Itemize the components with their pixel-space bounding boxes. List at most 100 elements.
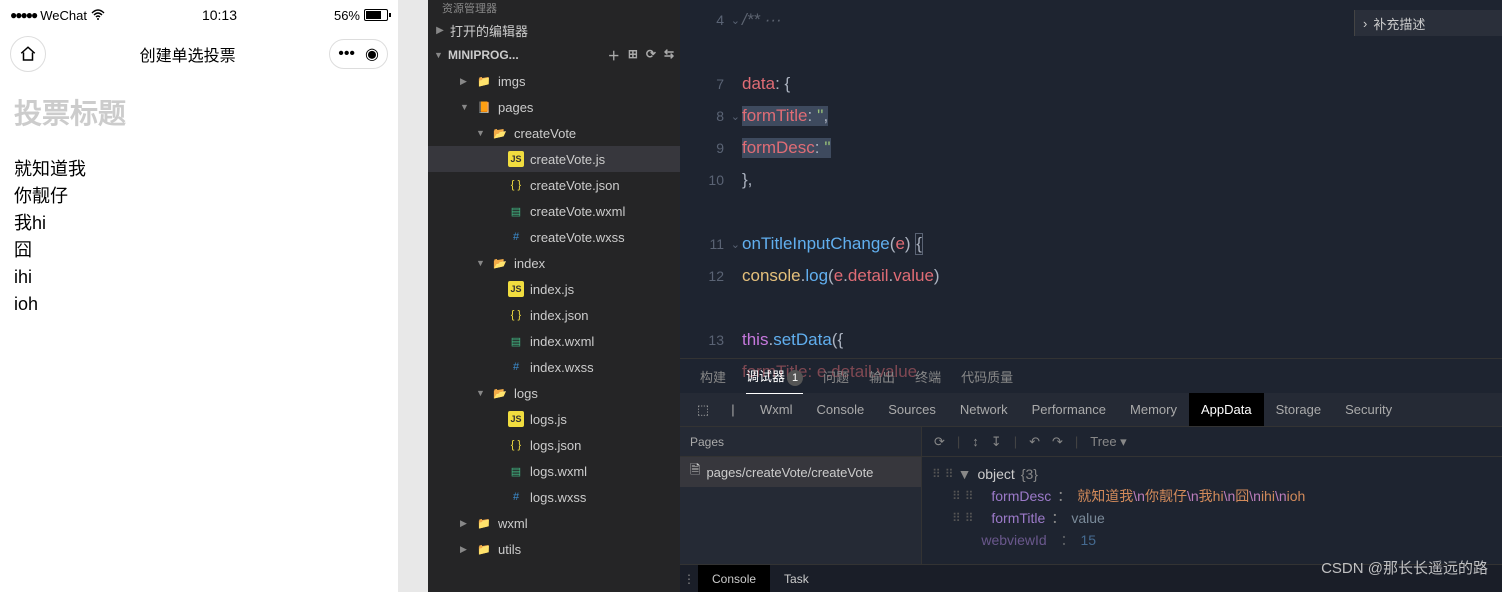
tree-item-index.json[interactable]: { }index.json	[428, 302, 680, 328]
open-editors-label: 打开的编辑器	[450, 21, 528, 40]
tree-item-logs[interactable]: ▼📂logs	[428, 380, 680, 406]
tree-item-index.wxml[interactable]: ▤index.wxml	[428, 328, 680, 354]
tree-item-logs.json[interactable]: { }logs.json	[428, 432, 680, 458]
code-content[interactable]: /** ···data: { formTitle: '', formDesc: …	[742, 0, 1502, 358]
tree-item-index.js[interactable]: JSindex.js	[428, 276, 680, 302]
devtools-tab-AppData[interactable]: AppData	[1189, 393, 1264, 426]
tree-item-utils[interactable]: ▶📁utils	[428, 536, 680, 562]
console-tab[interactable]: Console	[698, 565, 770, 592]
divider	[398, 0, 428, 592]
webview-value: 15	[1081, 532, 1097, 548]
tree-item-label: imgs	[498, 74, 525, 89]
tree-item-wxml[interactable]: ▶📁wxml	[428, 510, 680, 536]
panel-tab-问题[interactable]: 问题	[823, 367, 849, 386]
home-icon	[19, 45, 37, 63]
tree-mode[interactable]: Tree ▾	[1090, 434, 1126, 450]
capsule-menu[interactable]: ••• ◉	[329, 39, 388, 69]
drag-handle-icon[interactable]: ⠿	[932, 467, 939, 481]
file-icon: 🗎	[690, 461, 700, 483]
new-folder-icon[interactable]: ⊞	[628, 47, 638, 64]
tree-item-createVote.wxml[interactable]: ▤createVote.wxml	[428, 198, 680, 224]
undo-icon[interactable]: ↶	[1029, 434, 1040, 450]
webview-key: webviewId	[981, 532, 1046, 548]
tree-item-logs.wxml[interactable]: ▤logs.wxml	[428, 458, 680, 484]
redo-icon[interactable]: ↷	[1052, 434, 1063, 450]
panel-tab-调试器[interactable]: 调试器1	[746, 366, 803, 386]
tree-item-createVote.js[interactable]: JScreateVote.js	[428, 146, 680, 172]
menu-icon[interactable]: ⋮	[680, 572, 698, 586]
tree-item-pages[interactable]: ▼📙pages	[428, 94, 680, 120]
json-icon: { }	[508, 307, 524, 323]
vote-desc-input[interactable]: 就知道我 你靓仔 我hi 囧 ihi ioh	[14, 156, 384, 318]
panel-tab-构建[interactable]: 构建	[700, 367, 726, 386]
target-icon: ◉	[365, 44, 379, 64]
tree-item-label: utils	[498, 542, 521, 557]
drag-handle-icon[interactable]: ⠿	[965, 511, 972, 525]
editor-area: › 补充描述 4⌄78⌄91011⌄1213 /** ···data: { fo…	[680, 0, 1502, 592]
wxml-icon: ▤	[508, 203, 524, 219]
nav-title: 创建单选投票	[46, 42, 329, 66]
vote-title-input[interactable]: 投票标题	[14, 92, 384, 132]
carrier-label: WeChat	[40, 8, 87, 23]
drag-handle-icon[interactable]: ⠿	[945, 467, 952, 481]
collapse-icon[interactable]: ↧	[991, 434, 1002, 450]
task-tab[interactable]: Task	[770, 565, 823, 592]
json-icon: { }	[508, 437, 524, 453]
folder-icon: 📁	[476, 73, 492, 89]
formdesc-key: formDesc	[991, 488, 1051, 504]
folder-icon: 📁	[476, 515, 492, 531]
panel-tab-代码质量[interactable]: 代码质量	[961, 367, 1013, 386]
signal-icon: ●●●●●	[10, 8, 36, 22]
wxss-icon: #	[508, 229, 524, 245]
wxss-icon: #	[508, 359, 524, 375]
tree-item-createVote.json[interactable]: { }createVote.json	[428, 172, 680, 198]
devtools-tab-Storage[interactable]: Storage	[1264, 393, 1334, 426]
folder-icon: 📁	[476, 541, 492, 557]
drag-handle-icon[interactable]: ⠿	[965, 489, 972, 503]
inspect-icon[interactable]: ⬚	[688, 402, 718, 418]
console-bar: ⋮ Console Task	[680, 564, 1502, 592]
devtools-tab-Network[interactable]: Network	[948, 393, 1020, 426]
project-root[interactable]: ▼ MINIPROG... ＋ ⊞ ⟳ ⇆	[428, 42, 680, 68]
devtools-tab-Performance[interactable]: Performance	[1020, 393, 1118, 426]
refresh-icon[interactable]: ⟳	[646, 47, 656, 64]
devtools-tab-Sources[interactable]: Sources	[876, 393, 948, 426]
tree-item-label: createVote.js	[530, 152, 605, 167]
appdata-toolbar: ⟳ | ↕ ↧ | ↶ ↷ | Tree ▾	[922, 427, 1502, 457]
code-editor[interactable]: 4⌄78⌄91011⌄1213 /** ···data: { formTitle…	[680, 0, 1502, 358]
tree-item-label: logs.wxml	[530, 464, 587, 479]
file-explorer: 资源管理器 ▶ 打开的编辑器 ▼ MINIPROG... ＋ ⊞ ⟳ ⇆ ▶📁i…	[428, 0, 680, 592]
tree-item-imgs[interactable]: ▶📁imgs	[428, 68, 680, 94]
tree-item-createVote[interactable]: ▼📂createVote	[428, 120, 680, 146]
devtools-tab-Console[interactable]: Console	[805, 393, 877, 426]
project-name: MINIPROG...	[448, 48, 519, 62]
tree-item-label: logs.js	[530, 412, 567, 427]
devtools-tab-Memory[interactable]: Memory	[1118, 393, 1189, 426]
devtools-tab-Wxml[interactable]: Wxml	[748, 393, 805, 426]
tree-item-label: index	[514, 256, 545, 271]
tree-item-index[interactable]: ▼📂index	[428, 250, 680, 276]
drag-handle-icon[interactable]: ⠿	[952, 511, 959, 525]
tree-item-label: wxml	[498, 516, 528, 531]
file-tree: ▶📁imgs▼📙pages▼📂createVoteJScreateVote.js…	[428, 68, 680, 592]
devtools-tabs: ⬚ | WxmlConsoleSourcesNetworkPerformance…	[680, 393, 1502, 427]
devtools-tab-Security[interactable]: Security	[1333, 393, 1404, 426]
panel-tab-输出[interactable]: 输出	[869, 367, 895, 386]
panel-tab-终端[interactable]: 终端	[915, 367, 941, 386]
expand-icon[interactable]: ↕	[972, 434, 979, 449]
tree-item-logs.wxss[interactable]: #logs.wxss	[428, 484, 680, 510]
open-editors-section[interactable]: ▶ 打开的编辑器	[428, 18, 680, 42]
collapse-icon[interactable]: ⇆	[664, 47, 674, 64]
status-bar: ●●●●● WeChat 10:13 56%	[0, 0, 398, 30]
drag-handle-icon[interactable]: ⠿	[952, 489, 959, 503]
wifi-icon	[91, 9, 105, 21]
tree-item-index.wxss[interactable]: #index.wxss	[428, 354, 680, 380]
home-button[interactable]	[10, 36, 46, 72]
tree-item-label: createVote	[514, 126, 576, 141]
tree-item-logs.js[interactable]: JSlogs.js	[428, 406, 680, 432]
new-file-icon[interactable]: ＋	[608, 47, 620, 64]
refresh-icon[interactable]: ⟳	[934, 434, 945, 450]
page-item[interactable]: 🗎 pages/createVote/createVote	[680, 457, 921, 487]
appdata-tree[interactable]: ⠿ ⠿ ▼ object {3} ⠿ ⠿ formDesc ： 就知道我\n你靓…	[922, 457, 1502, 564]
tree-item-createVote.wxss[interactable]: #createVote.wxss	[428, 224, 680, 250]
